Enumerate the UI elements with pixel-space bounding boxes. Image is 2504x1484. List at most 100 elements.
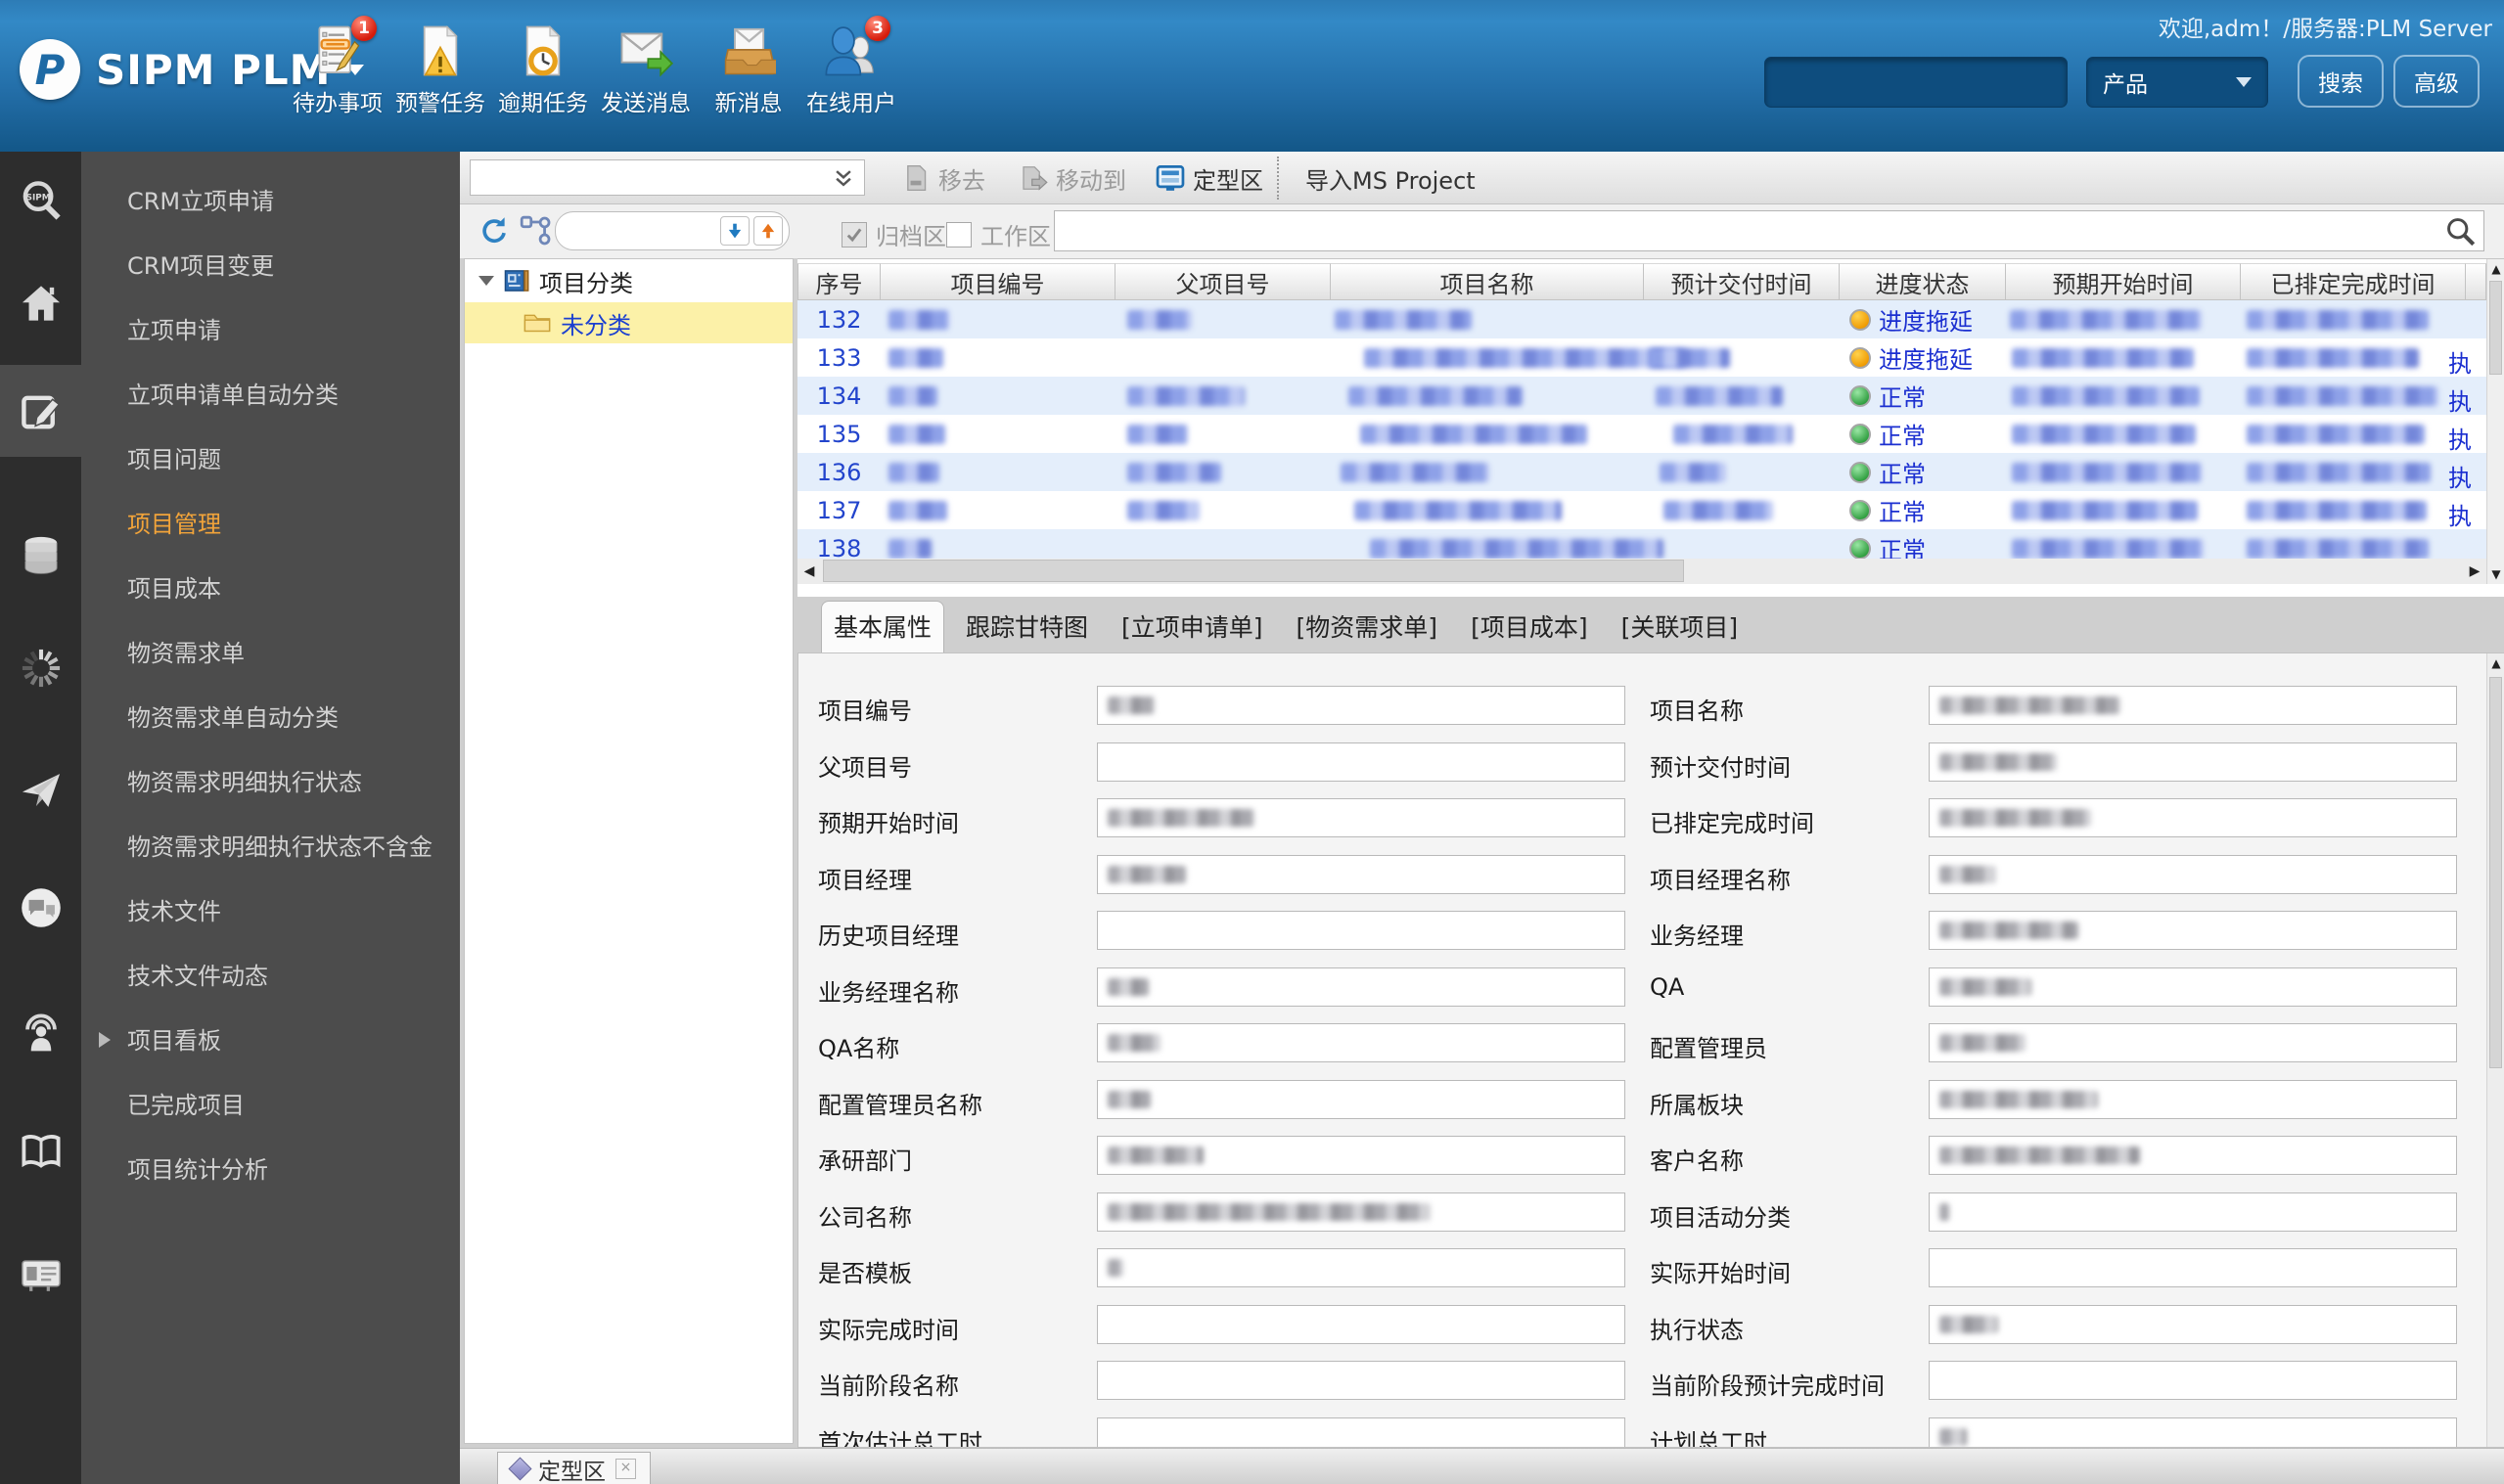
field-input[interactable] xyxy=(1929,1248,2457,1287)
tree-collapse-icon[interactable] xyxy=(478,276,494,293)
field-input[interactable] xyxy=(1097,686,1625,725)
tree-node-root[interactable]: 项目分类 xyxy=(465,259,793,302)
table-row[interactable]: 134 正常 执 xyxy=(797,377,2486,416)
scrollbar-thumb[interactable] xyxy=(2489,281,2502,375)
search-up-button[interactable] xyxy=(753,216,783,246)
tab-active[interactable]: 基本属性 xyxy=(821,601,945,652)
field-input[interactable] xyxy=(1097,1304,1625,1344)
rail-loading-icon[interactable] xyxy=(0,633,81,703)
table-row[interactable]: 137 正常 执 xyxy=(797,491,2486,531)
tab-item[interactable]: 跟踪甘特图 xyxy=(954,602,1100,652)
field-input[interactable] xyxy=(1929,742,2457,782)
sidebar-item[interactable]: 物资需求单自动分类 xyxy=(81,686,460,750)
sidebar-item[interactable]: 物资需求明细执行状态 xyxy=(81,750,460,815)
field-input[interactable] xyxy=(1929,798,2457,837)
sidebar-item[interactable]: 项目统计分析 xyxy=(81,1138,460,1202)
field-input[interactable] xyxy=(1097,1361,1625,1400)
sidebar-item[interactable]: 已完成项目 xyxy=(81,1073,460,1138)
global-search-input[interactable] xyxy=(1764,57,2068,108)
rail-send-icon[interactable] xyxy=(0,755,81,826)
scrollbar-thumb[interactable] xyxy=(823,560,1684,582)
field-input[interactable] xyxy=(1929,1192,2457,1232)
search-category-dropdown[interactable]: 产品 xyxy=(2086,57,2268,108)
table-row[interactable]: 136 正常 执 xyxy=(797,453,2486,492)
field-input[interactable] xyxy=(1929,1417,2457,1447)
toolbar-item-online-users[interactable]: 3 在线用户 xyxy=(802,16,900,117)
field-input[interactable] xyxy=(1929,854,2457,894)
sidebar-item[interactable]: 项目看板 xyxy=(81,1009,460,1073)
archive-zone-checkbox[interactable]: 归档区 xyxy=(842,217,946,251)
column-header[interactable]: 父项目号 xyxy=(1115,263,1331,300)
column-header[interactable]: 项目编号 xyxy=(881,263,1115,300)
scroll-up-icon[interactable]: ▲ xyxy=(2487,259,2504,279)
field-input[interactable] xyxy=(1097,911,1625,950)
search-icon[interactable] xyxy=(2444,215,2476,247)
field-input[interactable] xyxy=(1929,1136,2457,1175)
rail-edit-icon[interactable] xyxy=(0,365,81,457)
tab-item[interactable]: [关联项目] xyxy=(1610,602,1751,652)
field-input[interactable] xyxy=(1097,742,1625,782)
field-input[interactable] xyxy=(1097,798,1625,837)
move-to-button[interactable]: 移动到 xyxy=(1013,157,1132,199)
field-input[interactable] xyxy=(1929,1304,2457,1344)
column-header[interactable]: 预计交付时间 xyxy=(1644,263,1840,300)
expand-arrow-icon[interactable] xyxy=(99,1032,118,1048)
rail-home-icon[interactable] xyxy=(0,268,81,338)
scrollbar-thumb[interactable] xyxy=(2489,677,2502,1068)
field-input[interactable] xyxy=(1929,1023,2457,1062)
field-input[interactable] xyxy=(1097,1192,1625,1232)
column-header[interactable]: 预期开始时间 xyxy=(2006,263,2241,300)
table-row[interactable]: 133 进度拖延 执 xyxy=(797,338,2486,379)
column-header[interactable]: 序号 xyxy=(797,263,881,300)
field-input[interactable] xyxy=(1097,1417,1625,1447)
sidebar-item[interactable]: 技术文件 xyxy=(81,879,460,944)
refresh-icon[interactable] xyxy=(478,214,511,247)
toolbar-item-todo-list[interactable]: 1 待办事项 xyxy=(289,16,387,117)
field-input[interactable] xyxy=(1097,1079,1625,1119)
work-zone-checkbox[interactable]: 工作区 xyxy=(946,217,1051,251)
toolbar-item-warning-task[interactable]: 预警任务 xyxy=(391,23,489,117)
typified-zone-tab[interactable]: 定型区 × xyxy=(497,1452,651,1484)
field-input[interactable] xyxy=(1097,967,1625,1007)
sidebar-item[interactable]: CRM项目变更 xyxy=(81,234,460,298)
table-row[interactable]: 135 正常 执 xyxy=(797,415,2486,455)
field-input[interactable] xyxy=(1929,1361,2457,1400)
field-input[interactable] xyxy=(1929,911,2457,950)
sidebar-item[interactable]: 立项申请单自动分类 xyxy=(81,363,460,427)
field-input[interactable] xyxy=(1097,1248,1625,1287)
sidebar-item[interactable]: CRM立项申请 xyxy=(81,169,460,234)
import-msproject-button[interactable]: 导入MS Project xyxy=(1299,157,1481,199)
column-header[interactable]: 已排定完成时间 xyxy=(2241,263,2466,300)
scroll-left-icon[interactable]: ◀ xyxy=(797,559,821,584)
tab-item[interactable]: [项目成本] xyxy=(1459,602,1600,652)
rail-chat-icon[interactable] xyxy=(0,873,81,943)
field-input[interactable] xyxy=(1929,967,2457,1007)
close-icon[interactable]: × xyxy=(615,1459,636,1479)
field-input[interactable] xyxy=(1097,1023,1625,1062)
scroll-right-icon[interactable]: ▶ xyxy=(2463,559,2486,584)
column-header[interactable]: 项目名称 xyxy=(1331,263,1644,300)
search-down-button[interactable] xyxy=(720,216,750,246)
rail-sipm-search-icon[interactable]: SIPM xyxy=(0,165,81,236)
advanced-search-button[interactable]: 高级 xyxy=(2393,55,2480,108)
rail-contact-card-icon[interactable] xyxy=(0,1239,81,1310)
sidebar-item[interactable]: 项目问题 xyxy=(81,427,460,492)
tree-search-input[interactable] xyxy=(562,218,716,244)
grid-search-input[interactable] xyxy=(1055,218,2444,244)
field-input[interactable] xyxy=(1929,686,2457,725)
rail-book-icon[interactable] xyxy=(0,1117,81,1188)
column-header[interactable]: 进度状态 xyxy=(1840,263,2006,300)
table-row[interactable]: 132 进度拖延 xyxy=(797,300,2486,338)
toolbar-item-send-message[interactable]: 发送消息 xyxy=(597,23,695,117)
field-input[interactable] xyxy=(1097,854,1625,894)
scroll-up-icon[interactable]: ▲ xyxy=(2487,653,2504,673)
sidebar-item[interactable]: 项目成本 xyxy=(81,557,460,621)
rail-broadcast-icon[interactable] xyxy=(0,998,81,1068)
toolbar-item-new-message[interactable]: 新消息 xyxy=(700,23,797,117)
tab-item[interactable]: [立项申请单] xyxy=(1110,602,1275,652)
sidebar-item[interactable]: 技术文件动态 xyxy=(81,944,460,1009)
sidebar-item[interactable]: 项目管理 xyxy=(81,492,460,557)
sidebar-item[interactable]: 立项申请 xyxy=(81,298,460,363)
table-row[interactable]: 138 正常 xyxy=(797,529,2486,559)
sidebar-item[interactable]: 物资需求明细执行状态不含金 xyxy=(81,815,460,879)
